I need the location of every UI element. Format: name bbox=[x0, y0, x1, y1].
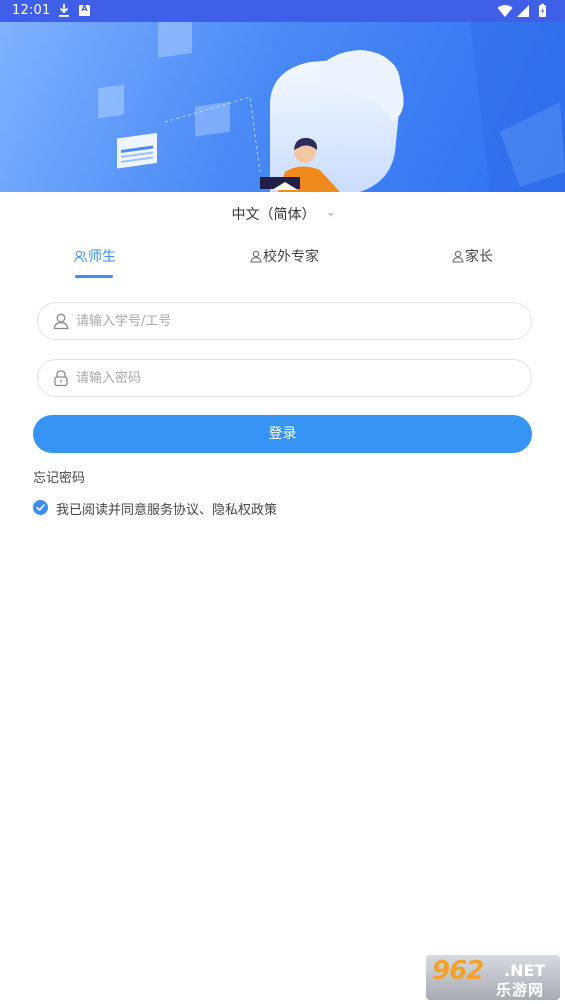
language-label: 中文（简体） bbox=[231, 207, 316, 223]
account-input[interactable] bbox=[76, 303, 516, 339]
status-bar: 12:01 A bbox=[0, 0, 565, 22]
banner-graphic bbox=[98, 22, 565, 192]
banner-illustration bbox=[0, 22, 565, 192]
chevron-down-icon bbox=[327, 213, 334, 217]
watermark-domain: .NET bbox=[504, 961, 546, 980]
password-field[interactable] bbox=[37, 359, 532, 397]
checkmark-icon bbox=[36, 504, 45, 511]
status-time: 12:01 bbox=[12, 3, 51, 18]
tab-label: 师生 bbox=[88, 249, 116, 265]
password-input[interactable] bbox=[76, 360, 516, 396]
account-field[interactable] bbox=[37, 302, 532, 340]
agreement-checkbox[interactable] bbox=[33, 500, 48, 515]
watermark-name: 乐游网 bbox=[496, 981, 545, 999]
watermark-number: 962 bbox=[432, 956, 484, 986]
login-button[interactable]: 登录 bbox=[33, 415, 532, 453]
download-icon bbox=[59, 4, 69, 17]
agreement-text[interactable]: 我已阅读并同意服务协议、隐私权政策 bbox=[56, 499, 277, 518]
tab-external-expert[interactable]: 校外专家 bbox=[250, 246, 319, 280]
app-badge-icon: A bbox=[79, 4, 90, 16]
tab-label: 校外专家 bbox=[263, 249, 319, 265]
users-icon bbox=[74, 250, 87, 263]
language-selector[interactable]: 中文（简体） bbox=[0, 204, 565, 224]
user-icon bbox=[452, 250, 464, 263]
tab-label: 家长 bbox=[465, 249, 493, 265]
tab-parent[interactable]: 家长 bbox=[452, 246, 493, 280]
tab-active-indicator bbox=[75, 275, 113, 278]
wifi-icon bbox=[497, 5, 513, 17]
user-icon bbox=[53, 313, 69, 330]
user-icon bbox=[250, 250, 262, 263]
signal-icon bbox=[517, 5, 529, 17]
watermark-logo: 962 .NET 乐游网 bbox=[426, 955, 560, 1000]
status-icons bbox=[497, 3, 546, 17]
lock-icon bbox=[54, 370, 68, 387]
forgot-password-link[interactable]: 忘记密码 bbox=[33, 467, 85, 486]
